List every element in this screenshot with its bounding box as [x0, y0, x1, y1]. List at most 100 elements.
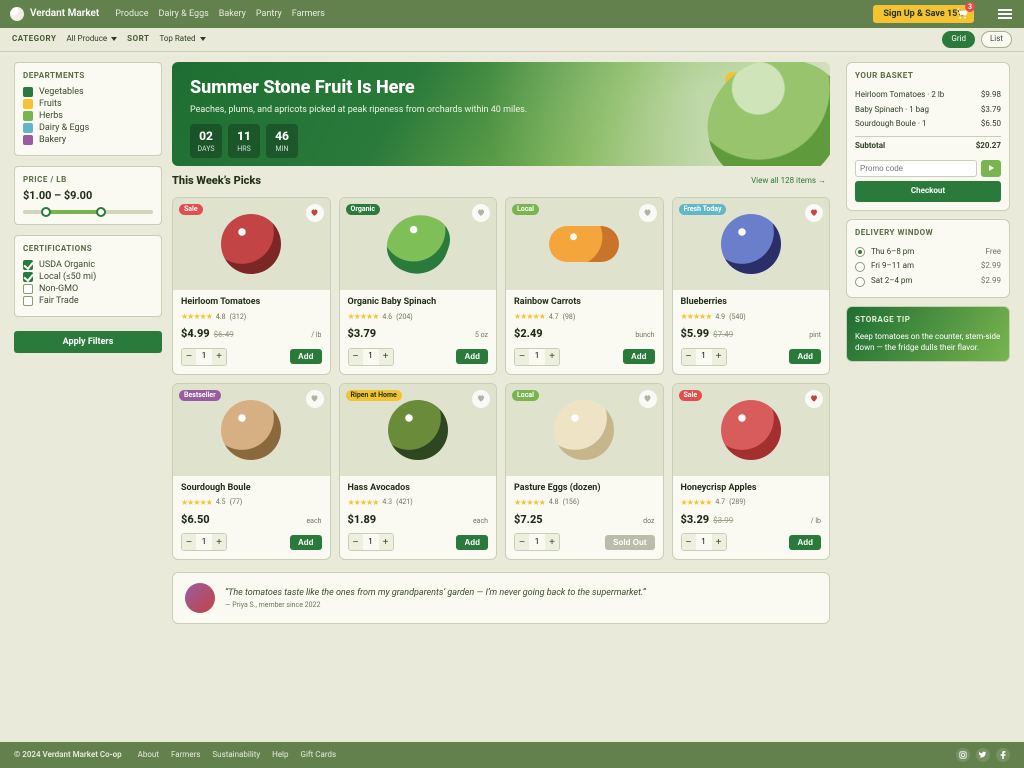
- qty-minus-button[interactable]: −: [515, 349, 529, 365]
- qty-plus-button[interactable]: +: [712, 534, 726, 550]
- quantity-stepper[interactable]: −1+: [514, 533, 560, 551]
- price-slider-min-handle[interactable]: [41, 207, 51, 217]
- cart-button[interactable]: 3: [952, 3, 972, 23]
- qty-minus-button[interactable]: −: [182, 349, 196, 365]
- cart-count-badge: 3: [965, 2, 975, 12]
- basket-line[interactable]: Sourdough Boule · 1$6.50: [855, 117, 1001, 132]
- product-price: $6.50: [181, 513, 210, 528]
- product-card[interactable]: SaleHoneycrisp Apples★★★★★4.7(289)$3.29$…: [672, 383, 831, 561]
- favorite-button[interactable]: [805, 390, 823, 408]
- quantity-stepper[interactable]: −1+: [181, 533, 227, 551]
- qty-minus-button[interactable]: −: [515, 534, 529, 550]
- qty-plus-button[interactable]: +: [379, 349, 393, 365]
- add-to-cart-button[interactable]: Add: [290, 535, 322, 550]
- sidebar-cert-item[interactable]: Non-GMO: [23, 283, 153, 295]
- instagram-icon[interactable]: [956, 748, 970, 762]
- promo-input[interactable]: [855, 160, 977, 177]
- delivery-slot[interactable]: Sat 2–4 pm$2.99: [855, 274, 1001, 289]
- footer-link[interactable]: Gift Cards: [301, 750, 337, 761]
- basket-line-price: $6.50: [981, 119, 1001, 130]
- quantity-stepper[interactable]: −1+: [348, 348, 394, 366]
- menu-icon[interactable]: [998, 9, 1012, 19]
- add-to-cart-button[interactable]: Add: [789, 535, 821, 550]
- delivery-slot[interactable]: Fri 9–11 am$2.99: [855, 259, 1001, 274]
- quantity-stepper[interactable]: −1+: [681, 348, 727, 366]
- product-card[interactable]: LocalPasture Eggs (dozen)★★★★★4.8(156)$7…: [505, 383, 664, 561]
- qty-minus-button[interactable]: −: [682, 349, 696, 365]
- quantity-stepper[interactable]: −1+: [348, 533, 394, 551]
- favorite-button[interactable]: [805, 204, 823, 222]
- footer-link[interactable]: About: [138, 750, 159, 761]
- promo-row: [855, 160, 1001, 177]
- product-card[interactable]: SaleHeirloom Tomatoes★★★★★4.8(312)$4.99$…: [172, 197, 331, 375]
- price-slider-max-handle[interactable]: [96, 207, 106, 217]
- qty-minus-button[interactable]: −: [349, 534, 363, 550]
- qty-plus-button[interactable]: +: [212, 534, 226, 550]
- product-card[interactable]: Fresh TodayBlueberries★★★★★4.9(540)$5.99…: [672, 197, 831, 375]
- qty-plus-button[interactable]: +: [379, 534, 393, 550]
- nav-link[interactable]: Dairy & Eggs: [159, 8, 209, 20]
- filter-sort-value: Top Rated: [159, 34, 195, 45]
- view-list-button[interactable]: List: [981, 31, 1012, 48]
- product-card[interactable]: LocalRainbow Carrots★★★★★4.7(98)$2.49bun…: [505, 197, 664, 375]
- facebook-icon[interactable]: [996, 748, 1010, 762]
- promo-apply-button[interactable]: [981, 160, 1001, 177]
- product-card[interactable]: BestsellerSourdough Boule★★★★★4.5(77)$6.…: [172, 383, 331, 561]
- qty-minus-button[interactable]: −: [349, 349, 363, 365]
- twitter-icon[interactable]: [976, 748, 990, 762]
- add-to-cart-button[interactable]: Add: [456, 349, 488, 364]
- price-slider[interactable]: [23, 210, 153, 214]
- nav-link[interactable]: Farmers: [292, 8, 325, 20]
- basket-line[interactable]: Heirloom Tomatoes · 2 lb$9.98: [855, 88, 1001, 103]
- filter-category-select[interactable]: All Produce: [66, 34, 117, 45]
- qty-minus-button[interactable]: −: [682, 534, 696, 550]
- quantity-stepper[interactable]: −1+: [514, 348, 560, 366]
- nav-link[interactable]: Bakery: [219, 8, 246, 20]
- product-card[interactable]: Ripen at HomeHass Avocados★★★★★4.3(421)$…: [339, 383, 498, 561]
- footer-link[interactable]: Help: [272, 750, 288, 761]
- cert-label: USDA Organic: [39, 259, 95, 271]
- product-card[interactable]: OrganicOrganic Baby Spinach★★★★★4.6(204)…: [339, 197, 498, 375]
- favorite-button[interactable]: [472, 204, 490, 222]
- qty-plus-button[interactable]: +: [545, 349, 559, 365]
- sidebar-category-item[interactable]: Fruits: [23, 98, 153, 110]
- qty-plus-button[interactable]: +: [712, 349, 726, 365]
- view-all-link[interactable]: View all 128 items →: [751, 176, 826, 187]
- sidebar-category-item[interactable]: Herbs: [23, 110, 153, 122]
- product-review-count: (77): [230, 498, 243, 507]
- qty-plus-button[interactable]: +: [545, 534, 559, 550]
- add-to-cart-button[interactable]: Add: [456, 535, 488, 550]
- favorite-button[interactable]: [639, 204, 657, 222]
- brand[interactable]: Verdant Market: [10, 7, 99, 21]
- favorite-button[interactable]: [472, 390, 490, 408]
- category-label: Herbs: [39, 110, 63, 122]
- add-to-cart-button[interactable]: Add: [789, 349, 821, 364]
- add-to-cart-button[interactable]: Add: [623, 349, 655, 364]
- sidebar-cert-item[interactable]: Fair Trade: [23, 295, 153, 307]
- favorite-button[interactable]: [639, 390, 657, 408]
- favorite-button[interactable]: [306, 204, 324, 222]
- filter-sort-select[interactable]: Top Rated: [159, 34, 205, 45]
- quantity-stepper[interactable]: −1+: [681, 533, 727, 551]
- sidebar-category-item[interactable]: Dairy & Eggs: [23, 122, 153, 134]
- checkout-button[interactable]: Checkout: [855, 181, 1001, 202]
- view-grid-button[interactable]: Grid: [942, 31, 975, 48]
- delivery-slot[interactable]: Thu 6–8 pmFree: [855, 245, 1001, 260]
- footer-link[interactable]: Sustainability: [212, 750, 260, 761]
- footer-link[interactable]: Farmers: [171, 750, 200, 761]
- qty-plus-button[interactable]: +: [212, 349, 226, 365]
- sidebar-category-item[interactable]: Vegetables: [23, 86, 153, 98]
- nav-link[interactable]: Produce: [115, 8, 148, 20]
- sidebar-cert-item[interactable]: USDA Organic: [23, 259, 153, 271]
- basket-line[interactable]: Baby Spinach · 1 bag$3.79: [855, 103, 1001, 118]
- quantity-stepper[interactable]: −1+: [181, 348, 227, 366]
- hero-banner[interactable]: FREE DELIVERY $35+ Summer Stone Fruit Is…: [172, 62, 830, 166]
- qty-minus-button[interactable]: −: [182, 534, 196, 550]
- sidebar-cert-item[interactable]: Local (≤50 mi): [23, 271, 153, 283]
- favorite-button[interactable]: [306, 390, 324, 408]
- nav-link[interactable]: Pantry: [256, 8, 282, 20]
- apply-filters-button[interactable]: Apply Filters: [14, 331, 162, 353]
- add-to-cart-button[interactable]: Add: [290, 349, 322, 364]
- sidebar-category-item[interactable]: Bakery: [23, 134, 153, 146]
- right-rail: Your Basket Heirloom Tomatoes · 2 lb$9.9…: [838, 52, 1024, 742]
